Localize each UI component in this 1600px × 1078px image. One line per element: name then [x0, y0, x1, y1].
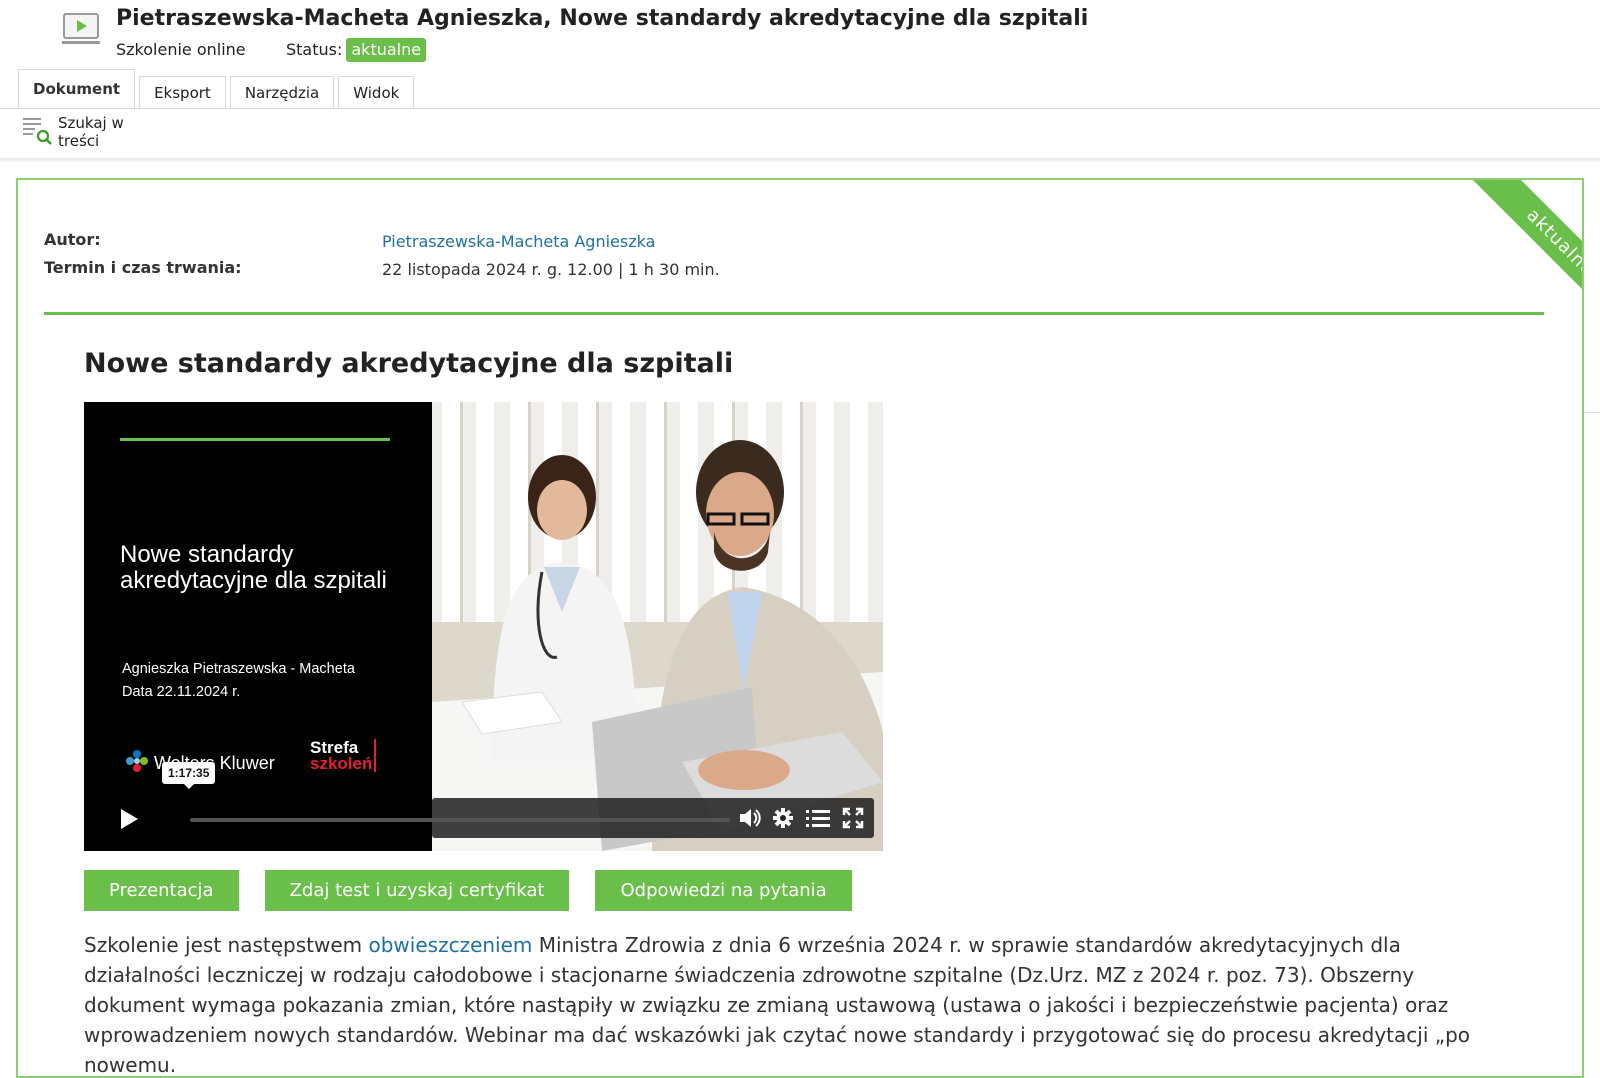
presentation-button[interactable]: Prezentacja [84, 870, 239, 911]
tab-dokument[interactable]: Dokument [18, 69, 136, 108]
tab-bar: Dokument Eksport Narzędzia Widok [18, 69, 418, 108]
wolters-kluwer-logo-icon [124, 748, 150, 779]
description-text-start: Szkolenie jest następstwem [84, 933, 369, 957]
slide-accent-line [120, 438, 390, 441]
meta-value-author: Pietraszewska-Macheta Agnieszka [382, 232, 655, 251]
document-header: Pietraszewska-Macheta Agnieszka, Nowe st… [0, 0, 1600, 70]
author-link[interactable]: Pietraszewska-Macheta Agnieszka [382, 232, 655, 251]
slide-author-block: Agnieszka Pietraszewska - Macheta Data 2… [122, 658, 355, 704]
video-player[interactable]: Nowe standardy akredytacyjne dla szpital… [84, 402, 883, 851]
document-card: aktualne Autor: Pietraszewska-Macheta Ag… [16, 178, 1584, 1078]
search-in-content-button[interactable]: Szukaj w treści [22, 114, 168, 150]
search-in-content-icon [22, 115, 52, 149]
time-tooltip: 1:17:35 [162, 762, 216, 789]
video-document-icon [62, 12, 102, 48]
take-test-button[interactable]: Zdaj test i uzyskaj certyfikat [264, 870, 570, 911]
settings-gear-icon[interactable] [772, 807, 794, 833]
strefa-szkolen-logo: Strefa szkoleń [310, 738, 377, 773]
video-title-slide: Nowe standardy akredytacyjne dla szpital… [84, 402, 432, 851]
video-controls: 1:17:35 [102, 762, 874, 840]
meta-label-author: Autor: [44, 230, 101, 249]
toolbar-shadow [0, 158, 1600, 162]
play-button[interactable] [118, 808, 140, 834]
search-in-content-label: Szukaj w treści [58, 114, 124, 150]
toolbar: Szukaj w treści [20, 110, 168, 161]
action-buttons: Prezentacja Zdaj test i uzyskaj certyfik… [84, 870, 878, 911]
meta-value-date: 22 listopada 2024 r. g. 12.00 | 1 h 30 m… [382, 260, 720, 279]
status: Status: aktualne [286, 38, 427, 62]
description: Szkolenie jest następstwem obwieszczenie… [84, 930, 1504, 1076]
progress-bar[interactable] [190, 818, 730, 822]
status-badge: aktualne [346, 38, 427, 62]
strefa-logo-line2: szkoleń [310, 754, 373, 773]
tab-eksport[interactable]: Eksport [139, 76, 226, 108]
chapters-list-icon[interactable] [806, 807, 830, 833]
document-type: Szkolenie online [116, 40, 246, 59]
video-frame-photo [432, 402, 883, 851]
tabs-divider [0, 108, 1600, 109]
slide-date: Data 22.11.2024 r. [122, 684, 241, 700]
slide-title: Nowe standardy akredytacyjne dla szpital… [120, 541, 387, 594]
section-title: Nowe standardy akredytacyjne dla szpital… [84, 348, 734, 379]
section-divider [44, 312, 1544, 315]
volume-icon[interactable] [738, 807, 762, 833]
slide-author: Agnieszka Pietraszewska - Macheta [122, 661, 355, 677]
announcement-link[interactable]: obwieszczeniem [369, 933, 533, 957]
meta-label-date: Termin i czas trwania: [44, 258, 242, 277]
fullscreen-icon[interactable] [842, 807, 864, 833]
status-ribbon: aktualne [1456, 180, 1582, 347]
status-label: Status: [286, 40, 343, 59]
tab-widok[interactable]: Widok [338, 76, 415, 108]
page-title: Pietraszewska-Macheta Agnieszka, Nowe st… [116, 6, 1089, 31]
answers-button[interactable]: Odpowiedzi na pytania [595, 870, 852, 911]
status-ribbon-clip: aktualne [1384, 180, 1582, 378]
tab-narzedzia[interactable]: Narzędzia [229, 76, 335, 108]
